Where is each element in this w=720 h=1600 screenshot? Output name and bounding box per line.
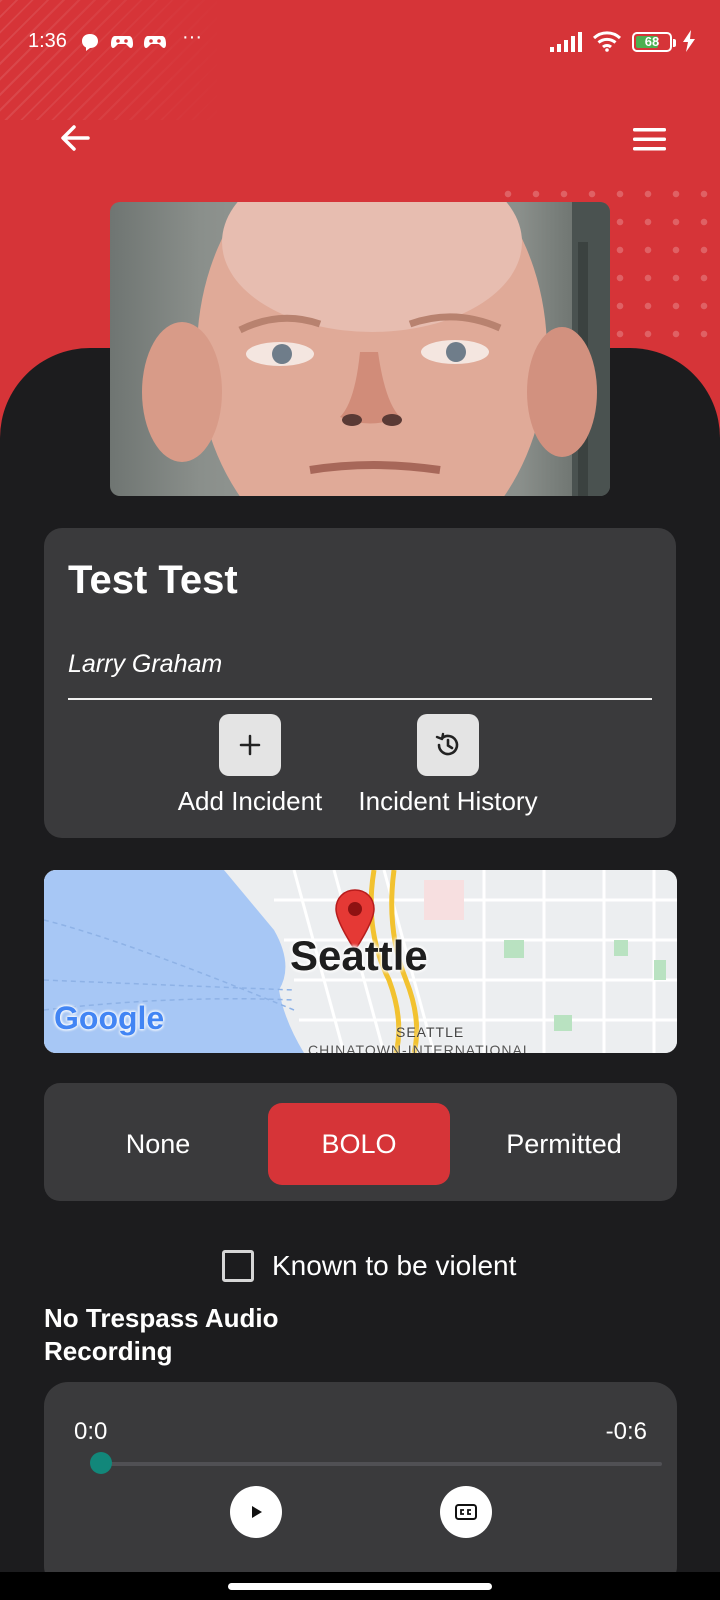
status-option-none[interactable]: None	[84, 1103, 232, 1185]
status-option-permitted[interactable]: Permitted	[474, 1103, 654, 1185]
hamburger-menu-icon	[633, 128, 666, 151]
charging-icon	[682, 30, 696, 57]
play-button[interactable]	[230, 1486, 282, 1538]
audio-section-title: No Trespass Audio Recording	[44, 1303, 279, 1366]
map-area-label-2: CHINATOWN-INTERNATIONAL	[308, 1042, 532, 1053]
map-area-label: SEATTLE	[396, 1024, 465, 1040]
remaining-time: -0:6	[605, 1418, 647, 1445]
more-notifications-indicator: ···	[182, 26, 202, 48]
alias-underline	[68, 698, 652, 700]
person-name: Test Test	[68, 558, 238, 602]
history-icon	[435, 732, 459, 756]
person-photo	[110, 202, 610, 496]
back-button[interactable]	[52, 114, 100, 162]
add-incident-action[interactable]: Add Incident	[172, 714, 328, 824]
google-logo: Google	[54, 1000, 165, 1036]
status-bar: 1:36 ··· 68	[0, 24, 720, 64]
audio-progress-thumb[interactable]	[90, 1452, 112, 1474]
incident-history-action[interactable]: Incident History	[350, 714, 546, 824]
closed-captions-icon	[455, 1504, 477, 1520]
known-violent-row[interactable]: Known to be violent	[222, 1249, 516, 1283]
known-violent-label: Known to be violent	[272, 1250, 517, 1281]
audio-progress-track[interactable]	[94, 1462, 662, 1466]
home-indicator[interactable]	[228, 1583, 492, 1590]
menu-button[interactable]	[624, 116, 672, 164]
incident-history-label: Incident History	[358, 786, 538, 816]
play-icon	[252, 1506, 262, 1518]
plus-icon	[239, 734, 261, 756]
map-city-label: Seattle	[290, 932, 428, 979]
status-segmented-control: None BOLO Permitted	[44, 1083, 677, 1201]
game-controller-icon	[110, 32, 134, 57]
person-card: Test Test Larry Graham Add Incident Inci…	[44, 528, 676, 838]
chat-bubble-icon	[80, 32, 100, 57]
person-alias: Larry Graham	[68, 650, 223, 678]
battery-icon: 68	[632, 32, 672, 52]
battery-tip	[673, 39, 676, 47]
incident-history-button[interactable]	[417, 714, 479, 776]
status-time: 1:36	[28, 30, 67, 52]
wifi-icon	[592, 30, 622, 57]
captions-button[interactable]	[440, 1486, 492, 1538]
add-incident-button[interactable]	[219, 714, 281, 776]
status-option-bolo[interactable]: BOLO	[268, 1103, 450, 1185]
location-map[interactable]: Seattle SEATTLE CHINATOWN-INTERNATIONAL …	[44, 870, 677, 1053]
arrow-left-icon	[61, 125, 90, 151]
signal-icon	[550, 32, 584, 57]
elapsed-time: 0:0	[74, 1418, 108, 1445]
audio-player: 0:0 -0:6	[44, 1382, 677, 1590]
game-controller-icon	[143, 32, 167, 57]
battery-level: 68	[644, 34, 660, 49]
known-violent-checkbox[interactable]	[222, 1250, 254, 1282]
add-incident-label: Add Incident	[177, 786, 323, 816]
